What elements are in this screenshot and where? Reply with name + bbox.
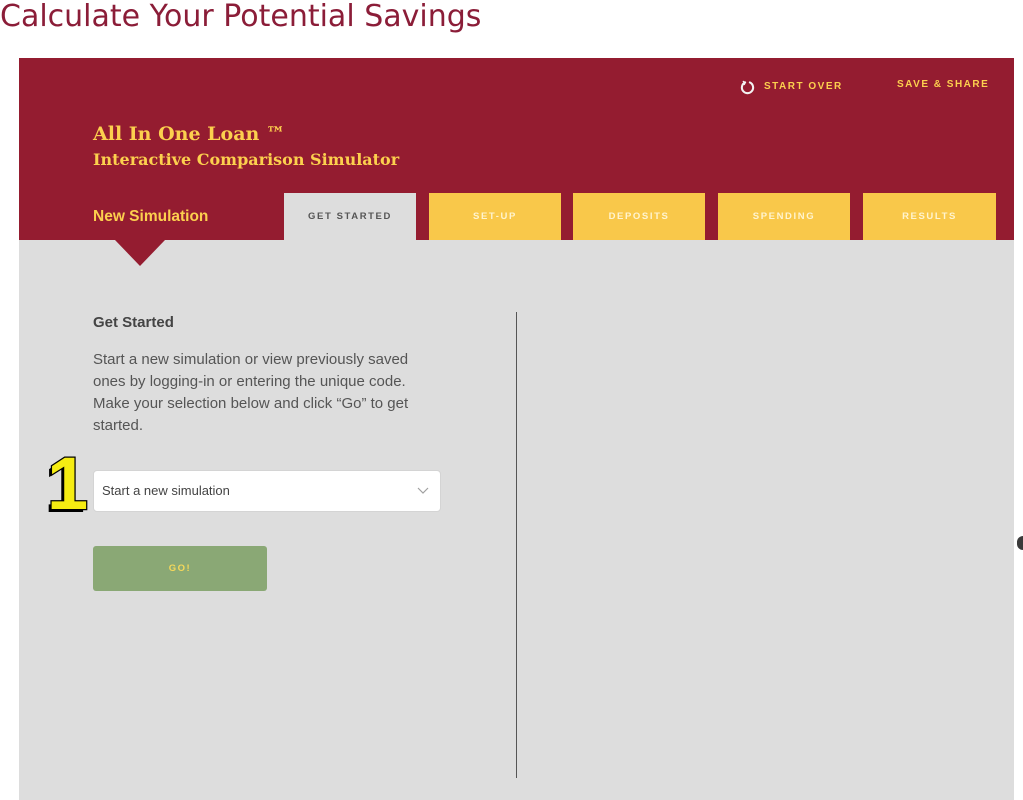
get-started-description: Start a new simulation or view previousl…	[93, 349, 408, 437]
step-number-annotation: 1	[46, 442, 90, 525]
simulation-select[interactable]: Start a new simulation	[93, 470, 441, 512]
tab-get-started[interactable]: GET STARTED	[284, 193, 416, 240]
save-share-button[interactable]: SAVE & SHARE	[897, 79, 989, 91]
tab-deposits[interactable]: DEPOSITS	[573, 193, 705, 240]
page-heading: Calculate Your Potential Savings	[0, 0, 482, 34]
description-line: started.	[93, 417, 144, 434]
start-over-label: START OVER	[764, 81, 843, 92]
panel-divider	[516, 312, 517, 778]
tab-results[interactable]: RESULTS	[863, 193, 996, 240]
description-line: Make your selection below and click “Go”…	[93, 395, 409, 412]
get-started-heading: Get Started	[93, 314, 174, 331]
active-section-pointer	[115, 240, 165, 266]
tab-spending[interactable]: SPENDING	[718, 193, 850, 240]
app-title: All In One Loan ™	[93, 123, 285, 145]
simulator-panel: START OVER SAVE & SHARE All In One Loan …	[19, 58, 1014, 800]
simulation-select-value: Start a new simulation	[102, 483, 230, 498]
description-line: Start a new simulation or view previousl…	[93, 351, 409, 368]
tab-set-up[interactable]: SET-UP	[429, 193, 561, 240]
chevron-down-icon	[417, 487, 429, 494]
current-section-label: New Simulation	[93, 208, 209, 225]
edge-dot-marker	[1017, 536, 1023, 550]
go-button[interactable]: GO!	[93, 546, 267, 591]
refresh-icon	[740, 80, 755, 95]
app-subtitle: Interactive Comparison Simulator	[93, 150, 400, 169]
panel-header: START OVER SAVE & SHARE All In One Loan …	[19, 58, 1014, 240]
description-line: ones by logging-in or entering the uniqu…	[93, 373, 406, 390]
